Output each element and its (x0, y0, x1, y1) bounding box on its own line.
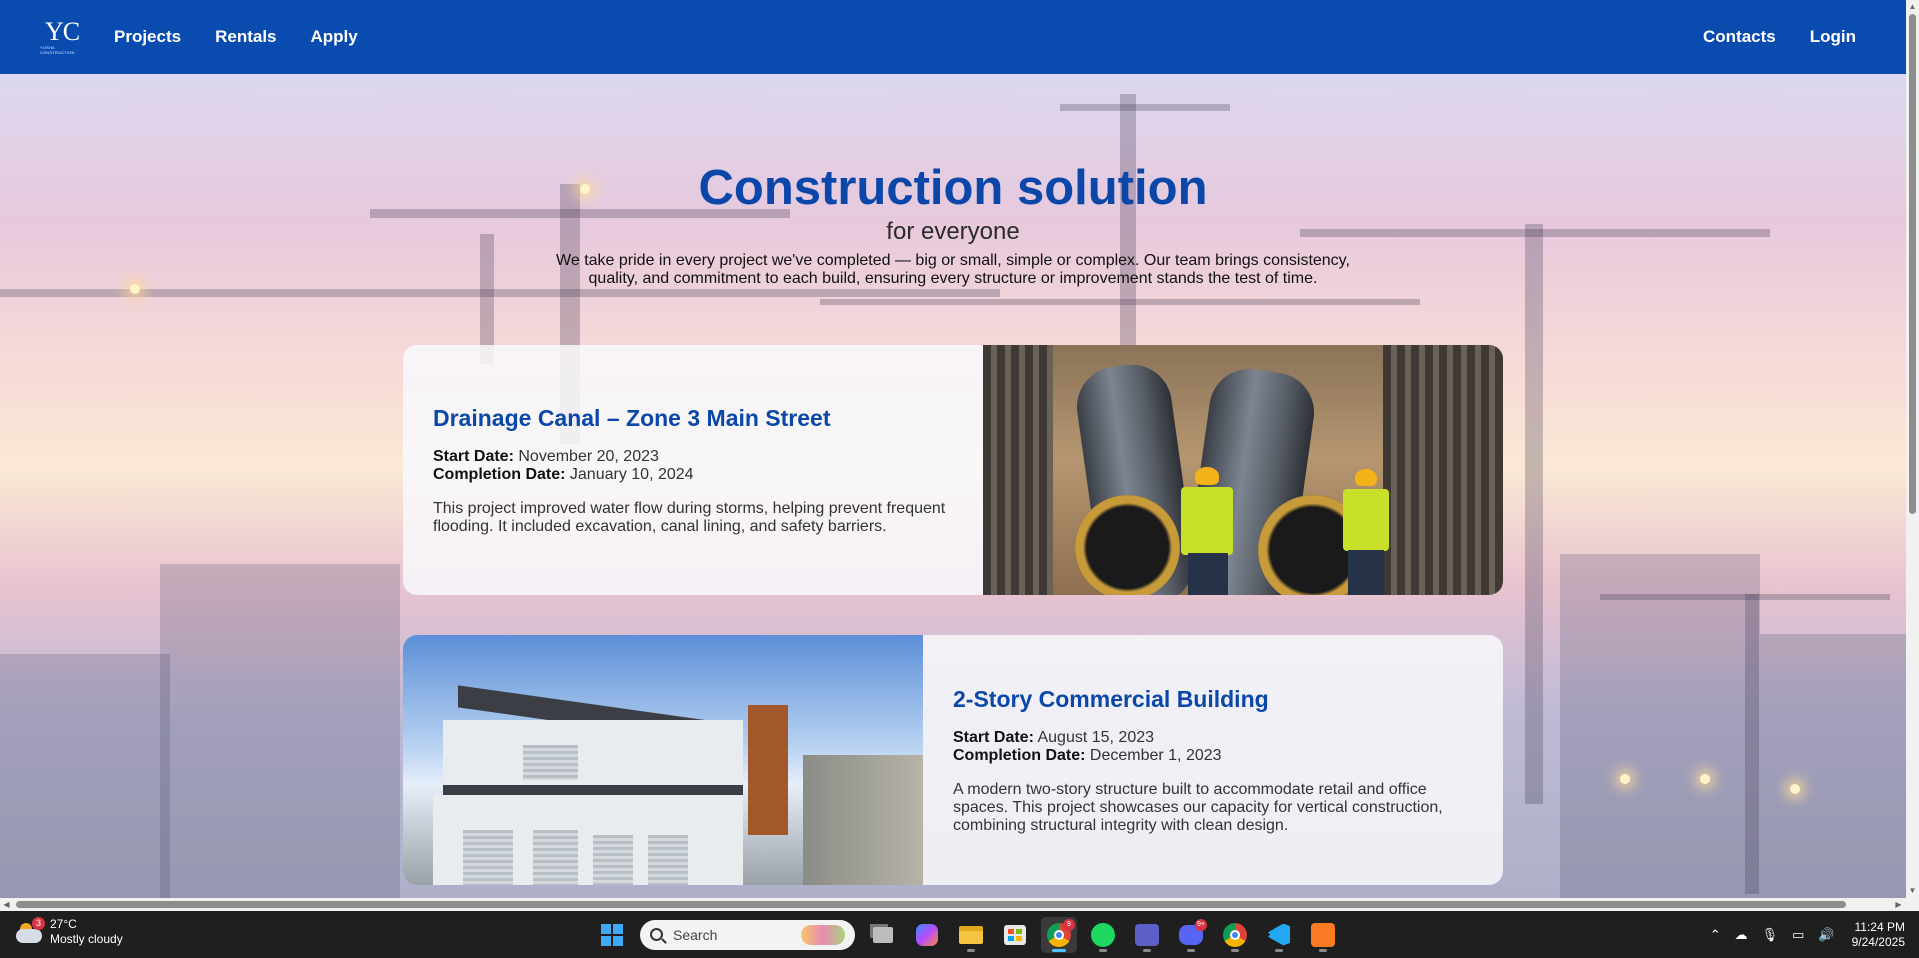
start-date-value: November 20, 2023 (518, 447, 659, 465)
logo-mark: YC (44, 17, 80, 46)
hero-subtitle: for everyone (886, 218, 1020, 245)
weather-widget[interactable]: 3 27°C Mostly cloudy (14, 917, 123, 947)
chrome-icon[interactable]: 9 (1041, 916, 1077, 953)
system-tray: ⌃ ☁ 🎙 ▭ 🔊 11:24 PM 9/24/2025 (1703, 917, 1905, 952)
nav-link-contacts[interactable]: Contacts (1703, 27, 1776, 47)
project-completion-date: Completion Date: January 10, 2024 (433, 466, 953, 484)
network-icon[interactable]: ▭ (1792, 927, 1804, 943)
taskbar-clock[interactable]: 11:24 PM 9/24/2025 (1852, 920, 1905, 950)
taskbar-apps: Search 9 9+ (590, 916, 1345, 953)
scroll-left-arrow-icon[interactable]: ◀ (2, 900, 11, 909)
chrome-badge: 9 (1063, 918, 1075, 931)
completion-date-value: December 1, 2023 (1089, 746, 1222, 764)
horizontal-scrollbar[interactable]: ◀ ▶ (0, 898, 1906, 911)
project-start-date: Start Date: August 15, 2023 (953, 729, 1473, 747)
start-date-label: Start Date: (953, 728, 1034, 746)
microsoft-store-icon[interactable] (997, 917, 1033, 953)
windows-taskbar: 3 27°C Mostly cloudy Search 9 9+ ⌃ ☁ 🎙 ▭… (0, 911, 1919, 958)
hero-section: Construction solution for everyone We ta… (0, 160, 1906, 288)
company-logo[interactable]: YC YUSHA CONSTRUCTION (40, 17, 84, 56)
vertical-scrollbar-thumb[interactable] (1909, 14, 1916, 514)
cloud-sync-icon[interactable]: ☁ (1735, 927, 1748, 943)
discord-badge: 9+ (1195, 918, 1207, 931)
project-card-text: 2-Story Commercial Building Start Date: … (923, 635, 1503, 885)
discord-icon[interactable]: 9+ (1173, 917, 1209, 953)
clock-date: 9/24/2025 (1851, 934, 1905, 949)
search-icon (650, 928, 663, 941)
search-highlight-image (801, 924, 845, 945)
completion-date-label: Completion Date: (953, 746, 1086, 764)
logo-subtext: YUSHA CONSTRUCTION (40, 45, 75, 55)
start-date-label: Start Date: (433, 447, 514, 465)
project-title: 2-Story Commercial Building (953, 685, 1269, 712)
task-view-icon[interactable] (865, 917, 901, 953)
microphone-icon[interactable]: 🎙 (1762, 927, 1779, 943)
vertical-scrollbar[interactable]: ▲ ▼ (1906, 0, 1919, 898)
search-placeholder: Search (673, 926, 718, 943)
file-explorer-icon[interactable] (953, 917, 989, 953)
show-hidden-icons-chevron-up-icon[interactable]: ⌃ (1710, 927, 1721, 943)
vscode-icon[interactable] (1261, 917, 1297, 953)
nav-link-apply[interactable]: Apply (311, 27, 358, 47)
chrome-profile-icon[interactable] (1217, 917, 1253, 953)
project-photo-drainage-pipes (983, 345, 1503, 595)
horizontal-scrollbar-thumb[interactable] (16, 901, 1846, 908)
weather-badge: 3 (32, 917, 45, 930)
weather-description: Mostly cloudy (50, 932, 123, 946)
hero-description: We take pride in every project we've com… (556, 252, 1350, 287)
project-description: This project improved water flow during … (433, 499, 946, 535)
project-card-text: Drainage Canal – Zone 3 Main Street Star… (403, 345, 983, 595)
scroll-right-arrow-icon[interactable]: ▶ (1894, 900, 1903, 909)
completion-date-value: January 10, 2024 (569, 465, 694, 483)
scroll-up-arrow-icon[interactable]: ▲ (1908, 2, 1917, 11)
scrollbar-corner (1906, 898, 1919, 911)
nav-link-login[interactable]: Login (1810, 27, 1856, 47)
hero-title: Construction solution (698, 161, 1208, 215)
top-navbar: YC YUSHA CONSTRUCTION Projects Rentals A… (0, 0, 1906, 74)
spotify-icon[interactable] (1085, 917, 1121, 953)
partly-cloudy-icon: 3 (14, 917, 45, 945)
project-title: Drainage Canal – Zone 3 Main Street (433, 404, 831, 431)
nav-right-group: Contacts Login (1669, 27, 1866, 47)
weather-text: 27°C Mostly cloudy (50, 917, 123, 947)
scroll-down-arrow-icon[interactable]: ▼ (1908, 886, 1917, 895)
teams-icon[interactable] (1129, 917, 1165, 953)
nav-link-rentals[interactable]: Rentals (215, 27, 276, 47)
project-card: 2-Story Commercial Building Start Date: … (403, 635, 1503, 885)
xampp-icon[interactable] (1305, 917, 1341, 953)
copilot-icon[interactable] (909, 917, 945, 953)
project-start-date: Start Date: November 20, 2023 (433, 448, 953, 466)
project-photo-commercial-building (403, 635, 923, 885)
completion-date-label: Completion Date: (433, 465, 566, 483)
volume-icon[interactable]: 🔊 (1818, 927, 1834, 943)
weather-temperature: 27°C (50, 917, 77, 931)
project-description: A modern two-story structure built to ac… (953, 780, 1443, 834)
taskbar-search-box[interactable]: Search (640, 919, 855, 950)
nav-link-projects[interactable]: Projects (114, 27, 181, 47)
browser-viewport: YC YUSHA CONSTRUCTION Projects Rentals A… (0, 0, 1906, 898)
project-completion-date: Completion Date: December 1, 2023 (953, 747, 1473, 765)
project-card: Drainage Canal – Zone 3 Main Street Star… (403, 345, 1503, 595)
clock-time: 11:24 PM (1854, 919, 1905, 934)
windows-start-icon[interactable] (594, 917, 630, 953)
start-date-value: August 15, 2023 (1037, 728, 1155, 746)
